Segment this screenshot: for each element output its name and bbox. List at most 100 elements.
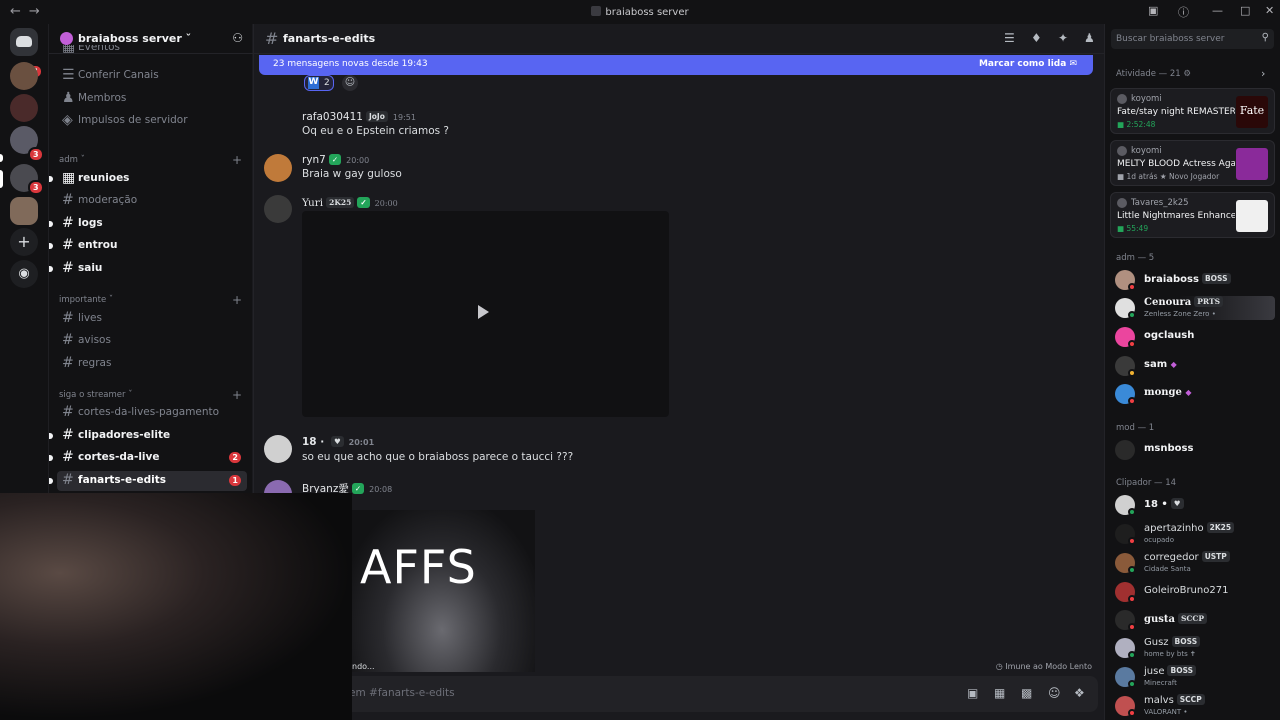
- add-server-icon[interactable]: +: [10, 228, 38, 256]
- message-composer[interactable]: em #fanarts-e-edits ▣ ▦ ▩ ☺ ❖: [259, 676, 1098, 712]
- chevron-right-icon[interactable]: ›: [1261, 67, 1265, 80]
- server-icon[interactable]: [10, 62, 38, 90]
- add-reaction-icon[interactable]: ☺: [342, 75, 358, 91]
- reaction-overlay: AFFS: [352, 510, 535, 672]
- channel-moderacao[interactable]: # moderação: [57, 191, 247, 211]
- channel-impulsos[interactable]: ◈ Impulsos de servidor: [57, 111, 247, 131]
- typing-indicator: ndo...: [352, 662, 375, 671]
- overlay-caption: AFFS: [360, 540, 477, 594]
- minimize-button[interactable]: —: [1212, 4, 1223, 17]
- server-badge: 3: [28, 180, 44, 195]
- server-icon[interactable]: [10, 94, 38, 122]
- member-item[interactable]: corregedor USTP Cidade Santa: [1115, 551, 1275, 575]
- channel-lives[interactable]: # lives: [57, 309, 247, 329]
- member-item[interactable]: ogclaush: [1115, 325, 1275, 349]
- member-item[interactable]: msnboss: [1115, 438, 1275, 462]
- sticker-icon[interactable]: ▩: [1021, 686, 1032, 700]
- mark-as-read-button[interactable]: Marcar como lida ✉: [979, 59, 1077, 69]
- close-button[interactable]: ✕: [1265, 4, 1274, 17]
- unread-dot: [49, 478, 53, 484]
- hash-icon: #: [62, 310, 74, 326]
- help-icon[interactable]: ⓘ: [1178, 4, 1189, 20]
- home-button[interactable]: [10, 28, 38, 56]
- channel-reunioes[interactable]: ▦ reunioes: [49, 169, 247, 189]
- add-channel-icon[interactable]: +: [232, 153, 242, 167]
- channel-regras[interactable]: # regras: [57, 354, 247, 374]
- member-item[interactable]: 18 • ♥: [1115, 493, 1275, 517]
- video-attachment[interactable]: [302, 211, 669, 417]
- avatar[interactable]: [264, 195, 292, 223]
- play-icon[interactable]: [478, 305, 489, 319]
- activity-card[interactable]: Tavares_2k25 Little Nightmares Enhanced …: [1110, 192, 1275, 238]
- server-icon[interactable]: [10, 197, 38, 225]
- member-item[interactable]: Cenoura PRTS Zenless Zone Zero •: [1115, 296, 1275, 320]
- category-importante[interactable]: importante ˇ: [59, 295, 113, 305]
- window-title: braiaboss server: [0, 6, 1280, 18]
- gift-icon[interactable]: ▣: [967, 686, 978, 700]
- discover-icon[interactable]: ◉: [10, 260, 38, 288]
- role-header-clipador: Clipador — 14: [1116, 478, 1177, 488]
- gif-icon[interactable]: ▦: [994, 686, 1005, 700]
- add-channel-icon[interactable]: +: [232, 388, 242, 402]
- member-item[interactable]: sam ◆: [1115, 354, 1275, 378]
- inbox-icon[interactable]: ▣: [1148, 4, 1158, 17]
- channel-clipadores-elite[interactable]: # clipadores-elite: [49, 426, 247, 446]
- channel-saiu[interactable]: # saiu: [49, 259, 247, 279]
- search-input[interactable]: Buscar braiaboss server ⚲: [1111, 29, 1274, 49]
- category-siga[interactable]: siga o streamer ˇ: [59, 390, 132, 400]
- mention-badge: 1: [229, 475, 241, 486]
- channel-membros[interactable]: ♟ Membros: [57, 89, 247, 109]
- member-item[interactable]: malvs SCCP VALORANT •: [1115, 694, 1275, 718]
- message-input[interactable]: em #fanarts-e-edits: [349, 687, 455, 699]
- member-item[interactable]: gusta SCCP: [1115, 608, 1275, 632]
- maximize-button[interactable]: □: [1240, 4, 1250, 17]
- invite-icon[interactable]: ⚇: [232, 31, 243, 45]
- username[interactable]: Yuri: [302, 197, 323, 209]
- server-badge: 3: [28, 147, 44, 162]
- emoji-icon[interactable]: ☺: [1048, 686, 1061, 700]
- member-item[interactable]: Gusz BOSS home by bts ✝: [1115, 636, 1275, 660]
- reaction-pill[interactable]: W 2: [304, 75, 334, 91]
- hash-icon: #: [62, 355, 74, 371]
- channel-conferir-canais[interactable]: ☰ Conferir Canais: [57, 66, 247, 86]
- message-header: ryn7 ✓ 20:00: [302, 154, 370, 166]
- category-adm[interactable]: adm ˇ: [59, 155, 85, 165]
- channel-avisos[interactable]: # avisos: [57, 331, 247, 351]
- channel-cortes-da-live[interactable]: # cortes-da-live 2: [49, 448, 247, 468]
- activity-card[interactable]: koyomi MELTY BLOOD Actress Again ■ 1d at…: [1110, 140, 1275, 186]
- reaction-count: 2: [324, 78, 330, 88]
- add-channel-icon[interactable]: +: [232, 293, 242, 307]
- members-list-icon[interactable]: ♟: [1084, 31, 1095, 45]
- channel-header: # fanarts-e-edits ☰ ♦ ✦ ♟: [254, 24, 1105, 54]
- username[interactable]: rafa030411: [302, 111, 363, 123]
- channel-entrou[interactable]: # entrou: [49, 236, 247, 256]
- threads-icon[interactable]: ☰: [1004, 31, 1015, 45]
- pin-icon[interactable]: ✦: [1058, 31, 1068, 45]
- role-header-adm: adm — 5: [1116, 253, 1155, 263]
- avatar[interactable]: [264, 435, 292, 463]
- username[interactable]: ryn7: [302, 154, 326, 166]
- member-item[interactable]: juse BOSS Minecraft: [1115, 665, 1275, 689]
- boost-icon: ◈: [62, 112, 73, 128]
- unread-dot: [49, 266, 53, 272]
- avatar[interactable]: [264, 154, 292, 182]
- hash-icon: #: [62, 260, 74, 276]
- member-panel: Buscar braiaboss server ⚲ Atividade — 21…: [1104, 24, 1280, 720]
- member-item[interactable]: monge ◆: [1115, 382, 1275, 406]
- server-pill: [0, 154, 3, 162]
- member-item[interactable]: apertazinho 2K25 ocupado: [1115, 522, 1275, 546]
- member-item[interactable]: braiaboss BOSS: [1115, 268, 1275, 292]
- apps-icon[interactable]: ❖: [1074, 686, 1085, 700]
- hash-icon: #: [62, 332, 74, 348]
- activity-card[interactable]: koyomi Fate/stay night REMASTERED ■ 2:52…: [1110, 88, 1275, 134]
- bell-icon[interactable]: ♦: [1031, 31, 1042, 45]
- channel-eventos[interactable]: ▦ Eventos: [57, 45, 247, 57]
- new-messages-banner[interactable]: 23 mensagens novas desde 19:43 Marcar co…: [259, 55, 1093, 75]
- username[interactable]: 18: [302, 436, 317, 448]
- channel-cortes-pagamento[interactable]: # cortes-da-lives-pagamento: [57, 403, 247, 423]
- channel-fanarts-e-edits[interactable]: # fanarts-e-edits 1: [49, 471, 247, 491]
- message-text: Braia w gay guloso: [302, 168, 402, 180]
- channel-logs[interactable]: # logs: [49, 214, 247, 234]
- member-item[interactable]: GoleiroBruno271: [1115, 580, 1275, 604]
- reaction-emoji: W: [308, 77, 319, 89]
